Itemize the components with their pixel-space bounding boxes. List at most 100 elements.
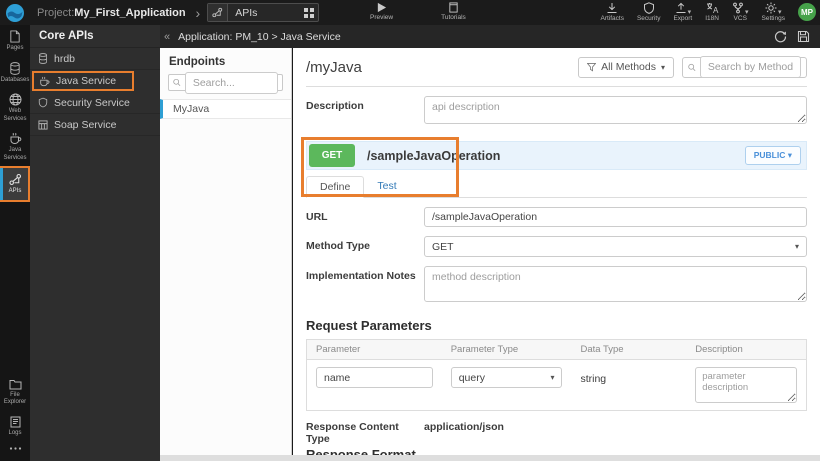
caret-down-icon: ▾ (787, 150, 792, 160)
user-avatar[interactable]: MP (798, 3, 816, 22)
sidebar-item-databases[interactable]: Databases (0, 57, 30, 89)
implementation-notes-label: Implementation Notes (306, 270, 416, 282)
api-description-textarea[interactable] (424, 96, 807, 124)
endpoints-search-input[interactable] (184, 71, 278, 94)
upload-icon (676, 2, 686, 13)
implementation-notes-textarea[interactable] (424, 266, 807, 302)
caret-down-icon: ▾ (550, 373, 555, 382)
parameter-name-input[interactable] (316, 367, 433, 388)
top-bar: Project:My_First_Application › APIs Prev… (0, 0, 820, 25)
application-bar: « Application: PM_10 > Java Service (160, 25, 820, 48)
operation-path: /sampleJavaOperation (367, 148, 501, 163)
globe-icon (9, 93, 21, 106)
request-parameters-table: Parameter Parameter Type Data Type Descr… (306, 339, 807, 411)
sidebar-item-web-services[interactable]: Web Services (0, 88, 30, 127)
vcs-label: VCS (733, 15, 747, 22)
method-search-input[interactable] (699, 56, 801, 78)
i18n-button[interactable]: A I18N (705, 2, 719, 23)
ellipsis-icon (9, 447, 21, 450)
vcs-button[interactable]: ▾ VCS (732, 2, 749, 23)
export-button[interactable]: ▾ Export (673, 2, 692, 23)
sidebar-item-label: Java Services (3, 147, 27, 161)
export-label: Export (673, 15, 693, 22)
settings-label: Settings (761, 15, 786, 22)
workspace-label: APIs (235, 6, 258, 19)
endpoints-search[interactable] (168, 71, 283, 94)
sidebar-item-java-services[interactable]: Java Services (0, 127, 30, 166)
refresh-button[interactable] (774, 30, 787, 43)
tab-test[interactable]: Test (364, 176, 409, 198)
sidebar-item-logs[interactable]: Logs (0, 411, 30, 442)
tab-define[interactable]: Define (306, 176, 365, 198)
core-apis-panel: Core APIs hrdb Java Service Security Ser… (30, 25, 160, 461)
parameter-type-select[interactable]: query ▾ (450, 367, 563, 388)
column-header: Data Type (580, 344, 624, 355)
http-method-badge[interactable]: GET (309, 144, 355, 167)
folder-icon (9, 379, 21, 389)
api-icon (208, 4, 229, 21)
database-icon (39, 53, 47, 64)
translate-icon: A (706, 3, 719, 14)
service-item-java-service[interactable]: Java Service (32, 71, 134, 91)
refresh-icon (774, 31, 787, 43)
breadcrumb[interactable]: Project:My_First_Application (37, 7, 186, 19)
api-detail-panel: /myJava All Methods ▾ Description GET /s… (293, 48, 820, 455)
response-content-type-value: application/json (424, 421, 504, 433)
coffee-icon (10, 132, 21, 144)
preview-button[interactable]: Preview (370, 2, 393, 22)
service-item-label: Soap Service (54, 118, 117, 131)
response-format-title: Response Format (306, 447, 416, 455)
grid-icon[interactable] (300, 7, 318, 18)
artifacts-button[interactable]: Artifacts (600, 2, 624, 23)
data-type-value: string (580, 373, 607, 385)
sidebar-item-label: Logs (8, 429, 22, 436)
sidebar-item-apis[interactable]: APIs (0, 166, 30, 202)
download-icon (607, 3, 617, 13)
artifacts-label: Artifacts (600, 15, 624, 22)
sidebar-more-button[interactable] (0, 441, 30, 457)
application-breadcrumb: Application: PM_10 > Java Service (178, 30, 341, 43)
wavemaker-logo-icon[interactable] (5, 3, 25, 23)
visibility-dropdown[interactable]: PUBLIC ▾ (744, 146, 801, 165)
methods-filter-label: All Methods (601, 61, 656, 73)
save-button[interactable] (797, 30, 810, 43)
sidebar-item-pages[interactable]: Pages (0, 25, 30, 57)
endpoint-item-myjava[interactable]: MyJava (160, 99, 291, 119)
tutorials-button[interactable]: Tutorials (441, 2, 466, 22)
workspace-selector[interactable]: APIs (207, 3, 320, 22)
parameter-description-textarea[interactable] (695, 367, 797, 403)
service-item-soap-service[interactable]: Soap Service (30, 114, 160, 136)
operation-tabs: Define Test (306, 170, 807, 198)
page-title: /myJava (306, 58, 362, 76)
gear-icon (765, 2, 777, 14)
url-input[interactable] (424, 207, 807, 227)
methods-filter-dropdown[interactable]: All Methods ▾ (578, 56, 674, 78)
method-type-select[interactable]: GET ▾ (424, 236, 807, 257)
search-icon (173, 78, 181, 86)
sidebar-item-label: Databases (0, 76, 30, 83)
project-name: My_First_Application (74, 6, 186, 19)
service-item-hrdb[interactable]: hrdb (30, 48, 160, 70)
sidebar-item-file-explorer[interactable]: File Explorer (0, 374, 30, 411)
operation-row[interactable]: GET /sampleJavaOperation PUBLIC ▾ (306, 141, 807, 170)
save-icon (797, 30, 810, 43)
coffee-icon (40, 76, 50, 86)
response-content-type-label: Response Content Type (306, 421, 399, 445)
settings-button[interactable]: ▾ Settings (761, 2, 786, 23)
security-button[interactable]: Security (637, 2, 660, 23)
description-label: Description (306, 100, 364, 112)
url-label: URL (306, 211, 328, 223)
service-item-label: hrdb (54, 52, 76, 65)
collapse-panel-icon[interactable]: « (160, 31, 178, 43)
core-apis-title: Core APIs (30, 25, 160, 48)
operation-block: GET /sampleJavaOperation PUBLIC ▾ Define… (301, 137, 807, 198)
tutorials-icon (449, 2, 458, 13)
service-item-security-service[interactable]: Security Service (30, 92, 160, 114)
tutorials-label: Tutorials (441, 14, 466, 21)
method-search[interactable] (682, 56, 807, 78)
log-file-icon (10, 416, 20, 427)
funnel-icon (587, 62, 597, 72)
sidebar-item-label: Pages (6, 45, 24, 51)
column-header: Description (695, 344, 743, 355)
service-item-label: Java Service (56, 75, 117, 87)
